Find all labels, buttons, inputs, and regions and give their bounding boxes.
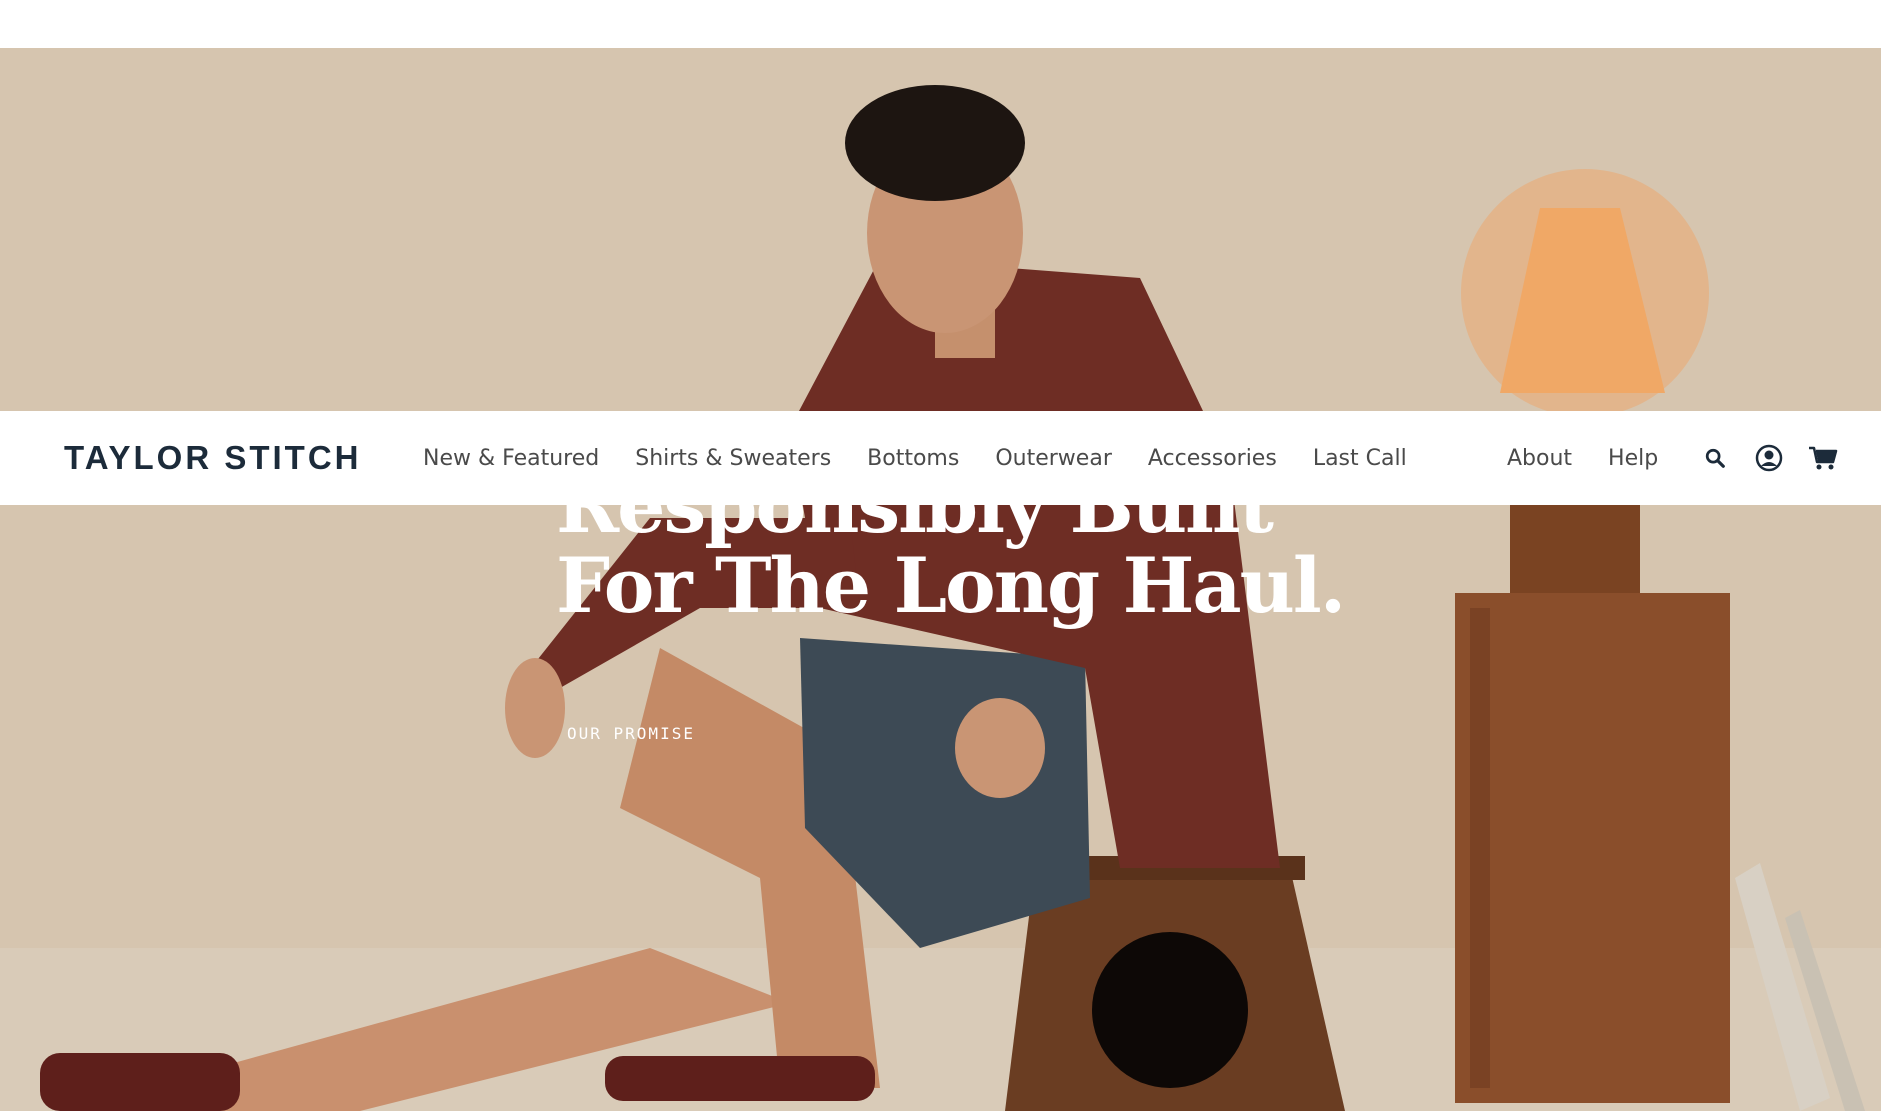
main-navbar: TAYLOR STITCH New & Featured Shirts & Sw… — [0, 411, 1881, 505]
nav-icons — [1700, 411, 1862, 505]
nav-item-outerwear[interactable]: Outerwear — [995, 446, 1112, 471]
hero-headline-line-2: For The Long Haul. — [556, 541, 1346, 630]
nav-item-about[interactable]: About — [1507, 446, 1572, 471]
search-icon[interactable] — [1700, 443, 1730, 473]
nav-item-help[interactable]: Help — [1608, 446, 1658, 471]
nav-item-accessories[interactable]: Accessories — [1148, 446, 1277, 471]
brand-logo[interactable]: TAYLOR STITCH — [64, 439, 362, 477]
our-promise-link[interactable]: OUR PROMISE — [567, 724, 695, 743]
top-bar — [0, 0, 1881, 48]
hero-banner: Responsibly Built For The Long Haul. OUR… — [0, 48, 1881, 1111]
nav-item-shirts-sweaters[interactable]: Shirts & Sweaters — [635, 446, 831, 471]
nav-item-last-call[interactable]: Last Call — [1313, 446, 1407, 471]
primary-nav: New & Featured Shirts & Sweaters Bottoms… — [423, 411, 1443, 505]
nav-item-bottoms[interactable]: Bottoms — [867, 446, 959, 471]
cart-icon[interactable] — [1808, 443, 1838, 473]
secondary-nav: About Help — [1507, 411, 1694, 505]
nav-item-new-featured[interactable]: New & Featured — [423, 446, 599, 471]
account-icon[interactable] — [1754, 443, 1784, 473]
